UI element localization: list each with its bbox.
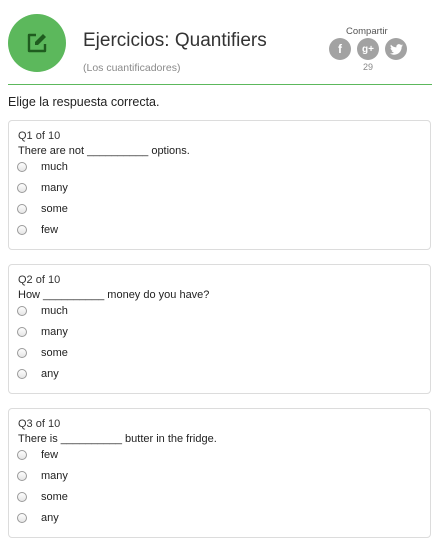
answer-label[interactable]: many: [41, 470, 68, 482]
edit-icon: [8, 14, 66, 72]
question-number: Q2 of 10: [18, 274, 61, 286]
answer-option[interactable]: some: [17, 201, 68, 217]
share-label: Compartir: [346, 26, 388, 37]
radio-button[interactable]: [17, 183, 27, 193]
answer-label[interactable]: some: [41, 347, 68, 359]
question-card: Q3 of 10 There is __________ butter in t…: [8, 408, 431, 538]
answer-option[interactable]: many: [17, 468, 68, 484]
answer-label[interactable]: some: [41, 491, 68, 503]
answer-option[interactable]: much: [17, 159, 68, 175]
radio-button[interactable]: [17, 450, 27, 460]
quiz-page: Ejercicios: Quantifiers (Los cuantificad…: [0, 0, 445, 545]
radio-button[interactable]: [17, 369, 27, 379]
question-number: Q1 of 10: [18, 130, 61, 142]
answer-label[interactable]: many: [41, 182, 68, 194]
answer-option[interactable]: any: [17, 366, 59, 382]
radio-button[interactable]: [17, 348, 27, 358]
answer-label[interactable]: many: [41, 326, 68, 338]
instruction-text: Elige la respuesta correcta.: [8, 95, 160, 109]
radio-button[interactable]: [17, 204, 27, 214]
radio-button[interactable]: [17, 513, 27, 523]
answer-label[interactable]: much: [41, 305, 68, 317]
radio-button[interactable]: [17, 162, 27, 172]
question-text: How __________ money do you have?: [18, 289, 210, 301]
answer-option[interactable]: any: [17, 510, 59, 526]
question-text: There are not __________ options.: [18, 145, 190, 157]
header: Ejercicios: Quantifiers (Los cuantificad…: [0, 0, 445, 86]
answer-option[interactable]: some: [17, 489, 68, 505]
answer-option[interactable]: many: [17, 180, 68, 196]
answer-label[interactable]: few: [41, 224, 58, 236]
answer-label[interactable]: any: [41, 512, 59, 524]
google-plus-glyph: g+: [362, 43, 374, 55]
radio-button[interactable]: [17, 306, 27, 316]
twitter-icon[interactable]: [385, 38, 407, 60]
page-title: Ejercicios: Quantifiers: [83, 30, 267, 51]
answer-label[interactable]: much: [41, 161, 68, 173]
radio-button[interactable]: [17, 225, 27, 235]
header-divider: [8, 84, 432, 85]
page-subtitle: (Los cuantificadores): [83, 62, 181, 74]
radio-button[interactable]: [17, 327, 27, 337]
google-plus-icon[interactable]: g+: [357, 38, 379, 60]
question-card: Q2 of 10 How __________ money do you hav…: [8, 264, 431, 394]
answer-label[interactable]: any: [41, 368, 59, 380]
facebook-icon[interactable]: f: [329, 38, 351, 60]
radio-button[interactable]: [17, 471, 27, 481]
share-count: 29: [363, 62, 374, 72]
answer-option[interactable]: much: [17, 303, 68, 319]
answer-option[interactable]: many: [17, 324, 68, 340]
answer-label[interactable]: few: [41, 449, 58, 461]
radio-button[interactable]: [17, 492, 27, 502]
answer-option[interactable]: few: [17, 222, 58, 238]
answer-label[interactable]: some: [41, 203, 68, 215]
question-card: Q1 of 10 There are not __________ option…: [8, 120, 431, 250]
answer-option[interactable]: some: [17, 345, 68, 361]
question-text: There is __________ butter in the fridge…: [18, 433, 217, 445]
question-number: Q3 of 10: [18, 418, 61, 430]
facebook-glyph: f: [338, 42, 342, 56]
answer-option[interactable]: few: [17, 447, 58, 463]
